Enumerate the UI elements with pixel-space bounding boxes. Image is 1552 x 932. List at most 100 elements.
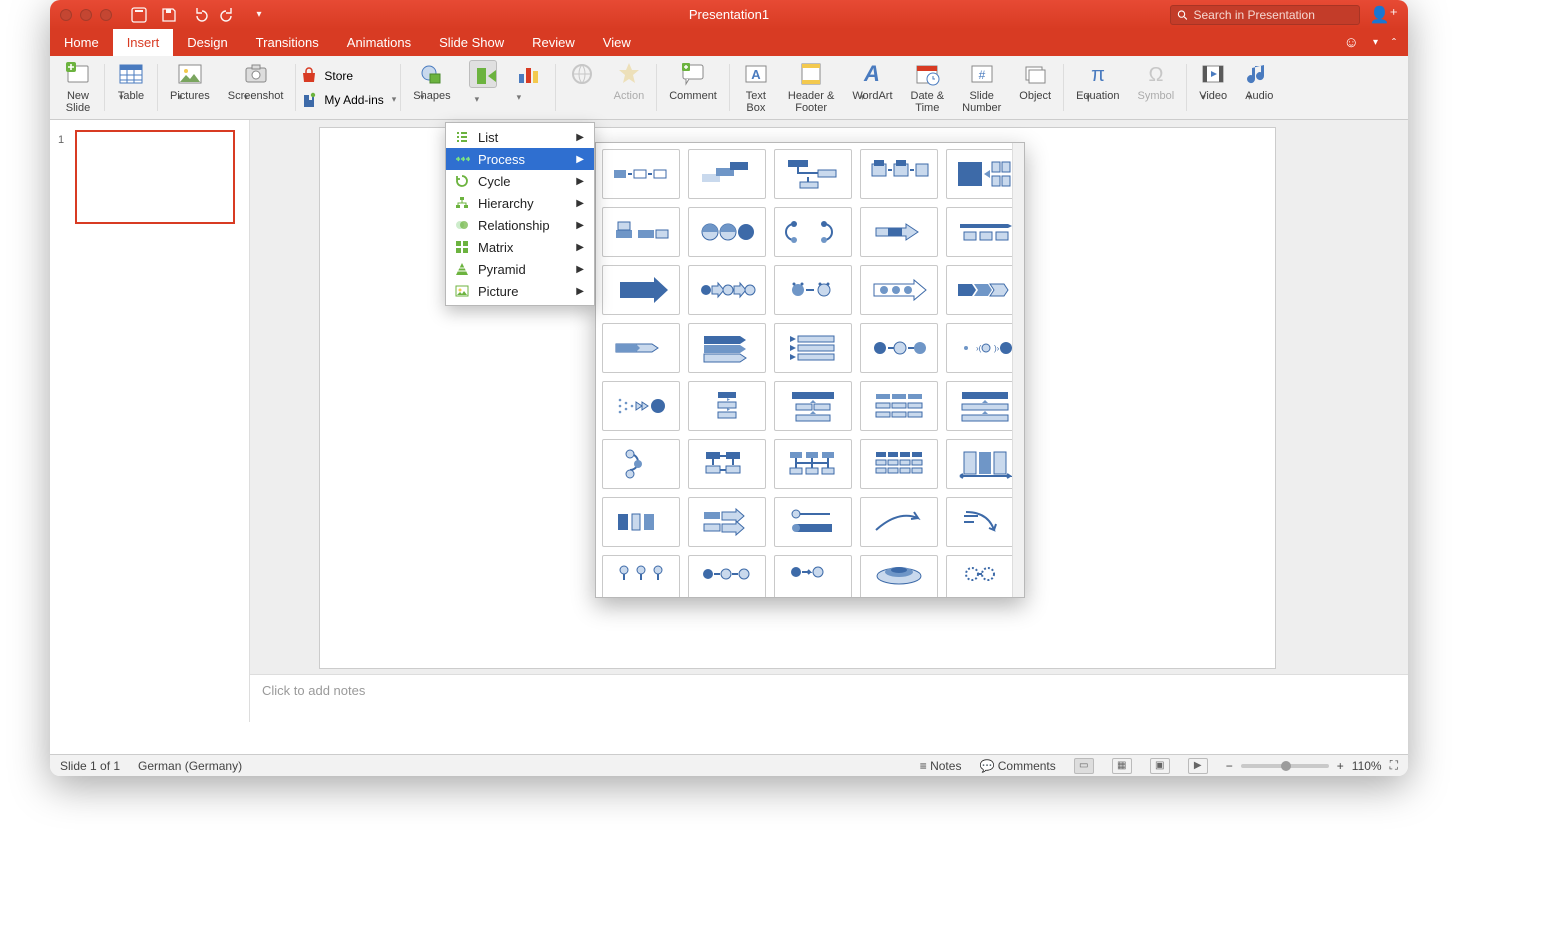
tab-review[interactable]: Review <box>518 29 589 56</box>
smartart-menu-matrix[interactable]: Matrix▶ <box>446 236 594 258</box>
gallery-item[interactable] <box>774 439 852 489</box>
zoom-window-icon[interactable] <box>100 9 112 21</box>
file-menu-icon[interactable] <box>130 6 148 24</box>
gallery-item[interactable] <box>602 149 680 199</box>
shapes-button[interactable]: ▾ Shapes <box>405 60 458 115</box>
gallery-item[interactable] <box>688 439 766 489</box>
reading-view-button[interactable]: ▣ <box>1150 758 1170 774</box>
tab-insert[interactable]: Insert <box>113 29 174 56</box>
window-controls[interactable] <box>60 9 112 21</box>
smartart-menu-cycle[interactable]: Cycle▶ <box>446 170 594 192</box>
normal-view-button[interactable]: ▭ <box>1074 758 1094 774</box>
gallery-item[interactable] <box>774 323 852 373</box>
gallery-item[interactable] <box>774 265 852 315</box>
store-button[interactable]: Store <box>300 67 396 85</box>
zoom-in-button[interactable]: + <box>1337 759 1344 773</box>
gallery-item[interactable] <box>860 381 938 431</box>
gallery-item[interactable] <box>602 497 680 547</box>
tab-animations[interactable]: Animations <box>333 29 425 56</box>
sorter-view-button[interactable]: ▦ <box>1112 758 1132 774</box>
gallery-item[interactable] <box>602 207 680 257</box>
notes-toggle[interactable]: ≡ Notes <box>920 759 962 773</box>
notes-pane[interactable]: Click to add notes <box>250 674 1408 722</box>
gallery-item[interactable] <box>602 265 680 315</box>
gallery-item[interactable] <box>860 555 938 597</box>
gallery-item[interactable] <box>946 265 1012 315</box>
gallery-item[interactable] <box>860 265 938 315</box>
equation-button[interactable]: π▾ Equation <box>1068 60 1127 115</box>
gallery-item[interactable] <box>688 323 766 373</box>
customize-qat-icon[interactable]: ▾ <box>250 6 268 24</box>
comments-toggle[interactable]: 💬 Comments <box>979 759 1055 773</box>
redo-icon[interactable] <box>220 6 238 24</box>
tab-transitions[interactable]: Transitions <box>242 29 333 56</box>
slideshow-view-button[interactable]: ▶ <box>1188 758 1208 774</box>
gallery-item[interactable] <box>688 265 766 315</box>
gallery-item[interactable] <box>946 555 1012 597</box>
smartart-button[interactable]: ▾ <box>461 60 505 115</box>
gallery-item[interactable] <box>860 207 938 257</box>
gallery-item[interactable] <box>688 381 766 431</box>
gallery-item[interactable] <box>860 439 938 489</box>
gallery-item[interactable] <box>946 149 1012 199</box>
zoom-slider[interactable] <box>1241 764 1329 768</box>
share-icon[interactable]: 👤⁺ <box>1370 5 1398 25</box>
close-window-icon[interactable] <box>60 9 72 21</box>
wordart-button[interactable]: A▾ WordArt <box>844 60 900 115</box>
status-language[interactable]: German (Germany) <box>138 759 242 773</box>
gallery-item[interactable] <box>774 149 852 199</box>
gallery-scrollbar[interactable] <box>1012 143 1024 597</box>
new-slide-button[interactable]: New Slide <box>56 60 100 115</box>
table-button[interactable]: ▾ Table <box>109 60 153 115</box>
pictures-button[interactable]: ▾ Pictures <box>162 60 218 115</box>
gallery-item[interactable] <box>602 555 680 597</box>
smartart-menu-list[interactable]: List▶ <box>446 126 594 148</box>
slide-thumbnails-panel[interactable]: 1 <box>50 120 250 722</box>
minimize-window-icon[interactable] <box>80 9 92 21</box>
gallery-item[interactable] <box>602 323 680 373</box>
slide-thumbnail-1[interactable] <box>75 130 235 224</box>
gallery-item[interactable]: ›()› <box>946 323 1012 373</box>
gallery-item[interactable] <box>946 439 1012 489</box>
screenshot-button[interactable]: ▾ Screenshot <box>220 60 292 115</box>
zoom-level[interactable]: 110% <box>1352 759 1382 773</box>
chart-button[interactable]: ▾ <box>507 60 551 115</box>
gallery-item[interactable] <box>688 555 766 597</box>
gallery-item[interactable] <box>602 381 680 431</box>
gallery-item[interactable] <box>688 149 766 199</box>
video-button[interactable]: ▾ Video <box>1191 60 1235 115</box>
gallery-item[interactable] <box>946 381 1012 431</box>
gallery-item[interactable] <box>946 497 1012 547</box>
undo-icon[interactable] <box>190 6 208 24</box>
search-input[interactable] <box>1170 5 1360 25</box>
gallery-item[interactable] <box>774 207 852 257</box>
smartart-menu-process[interactable]: Process▶ <box>446 148 594 170</box>
gallery-item[interactable] <box>860 323 938 373</box>
textbox-button[interactable]: A Text Box <box>734 60 778 115</box>
zoom-out-button[interactable]: − <box>1226 759 1233 773</box>
smartart-menu-relationship[interactable]: Relationship▶ <box>446 214 594 236</box>
gallery-item[interactable] <box>774 555 852 597</box>
tab-design[interactable]: Design <box>173 29 241 56</box>
collapse-ribbon-icon[interactable]: ˆ <box>1392 36 1396 50</box>
gallery-item[interactable] <box>688 497 766 547</box>
gallery-item[interactable] <box>860 149 938 199</box>
tab-slideshow[interactable]: Slide Show <box>425 29 518 56</box>
save-icon[interactable] <box>160 6 178 24</box>
object-button[interactable]: Object <box>1011 60 1059 115</box>
gallery-item[interactable] <box>774 497 852 547</box>
my-addins-button[interactable]: My Add-ins▾ <box>300 91 396 109</box>
fit-to-window-button[interactable]: ⛶ <box>1390 758 1398 773</box>
gallery-scroll[interactable]: ›()› <box>596 143 1012 597</box>
smartart-menu-picture[interactable]: Picture▶ <box>446 280 594 302</box>
gallery-item[interactable] <box>774 381 852 431</box>
smartart-menu-hierarchy[interactable]: Hierarchy▶ <box>446 192 594 214</box>
search-field[interactable] <box>1193 8 1352 22</box>
tab-view[interactable]: View <box>589 29 645 56</box>
gallery-item[interactable] <box>946 207 1012 257</box>
gallery-item[interactable] <box>688 207 766 257</box>
smartart-menu-pyramid[interactable]: Pyramid▶ <box>446 258 594 280</box>
gallery-item[interactable] <box>860 497 938 547</box>
slide-number-button[interactable]: # Slide Number <box>954 60 1009 115</box>
date-time-button[interactable]: Date & Time <box>903 60 953 115</box>
